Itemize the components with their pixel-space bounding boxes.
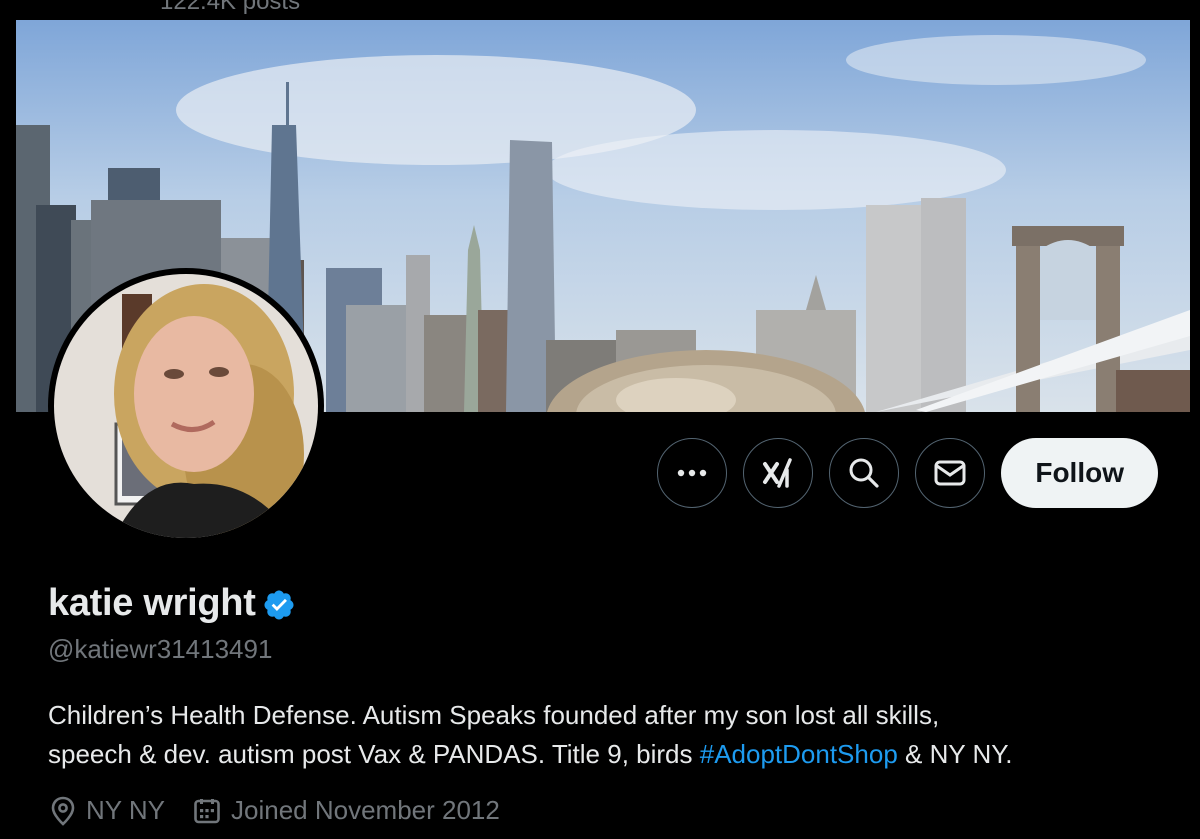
search-profile-button[interactable]: [829, 438, 900, 508]
joined-date: Joined November 2012: [231, 795, 500, 825]
grok-button[interactable]: [743, 438, 814, 508]
more-icon: [678, 469, 707, 477]
location-text: NY NY: [86, 795, 165, 825]
search-icon: [849, 458, 879, 488]
bio-line-2-end: & NY NY.: [897, 739, 1013, 769]
profile-actions: Follow: [657, 438, 1158, 508]
bio-hashtag-link[interactable]: #AdoptDontShop: [700, 739, 898, 769]
joined-item: Joined November 2012: [193, 795, 500, 826]
display-name: katie wright: [48, 582, 256, 624]
message-button[interactable]: [915, 438, 986, 508]
profile-meta: NY NY Joined November 2012: [50, 795, 500, 826]
follow-button[interactable]: Follow: [1001, 438, 1158, 508]
username-handle: @katiewr31413491: [48, 634, 273, 664]
grok-icon: [763, 458, 793, 488]
more-button[interactable]: [657, 438, 728, 508]
display-name-row: katie wright: [48, 582, 296, 625]
location-item: NY NY: [50, 795, 165, 826]
avatar[interactable]: [54, 274, 318, 538]
profile-bio: Children’s Health Defense. Autism Speaks…: [48, 696, 1178, 774]
bio-line-2: speech & dev. autism post Vax & PANDAS. …: [48, 739, 700, 769]
message-icon: [934, 460, 966, 486]
avatar-ring: [48, 268, 324, 544]
calendar-icon: [194, 798, 220, 823]
verified-badge-icon[interactable]: [262, 588, 296, 622]
profile-page: Follow katie wright @katiewr31413491 Chi…: [14, 20, 1192, 839]
top-strip: 122.4K posts: [0, 0, 1200, 20]
location-pin-icon: [51, 796, 75, 826]
post-count: 122.4K posts: [160, 0, 301, 15]
bio-line-1: Children’s Health Defense. Autism Speaks…: [48, 700, 940, 730]
